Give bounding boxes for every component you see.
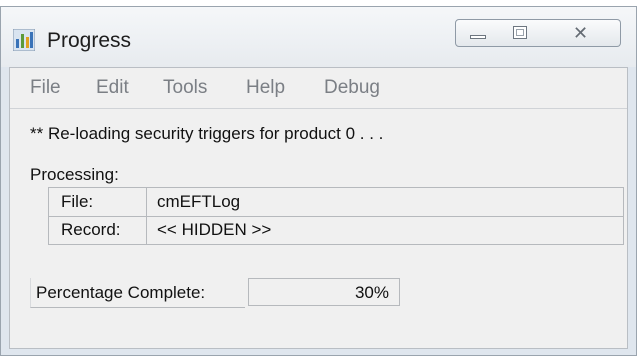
window-title: Progress — [47, 29, 132, 52]
close-button[interactable]: ✕ — [541, 19, 621, 47]
menu-bar: File Edit Tools Help Debug — [10, 68, 627, 109]
processing-grid: File: cmEFTLog Record: << HIDDEN >> — [48, 187, 624, 245]
file-value: cmEFTLog — [157, 192, 241, 211]
menu-edit[interactable]: Edit — [96, 77, 129, 99]
menu-help[interactable]: Help — [246, 77, 285, 99]
record-value: << HIDDEN >> — [157, 220, 272, 239]
percentage-label-box: Percentage Complete: — [30, 278, 245, 308]
title-bar[interactable]: Progress ✕ — [1, 7, 636, 67]
maximize-button[interactable] — [498, 19, 542, 47]
percentage-value: 30% — [354, 283, 389, 302]
minimize-button[interactable] — [455, 19, 499, 47]
menu-file[interactable]: File — [30, 77, 61, 99]
menu-tools[interactable]: Tools — [163, 77, 207, 99]
table-row: Record: << HIDDEN >> — [49, 216, 623, 244]
processing-label: Processing: — [30, 165, 119, 184]
file-label: File: — [49, 188, 147, 216]
close-icon: ✕ — [572, 23, 589, 43]
status-message: ** Re-loading security triggers for prod… — [30, 124, 384, 143]
client-area: File Edit Tools Help Debug ** Re-loading… — [9, 67, 628, 349]
table-row: File: cmEFTLog — [49, 188, 623, 217]
menu-debug[interactable]: Debug — [324, 77, 380, 99]
app-chart-icon — [13, 29, 35, 51]
progress-window: Progress ✕ File Edit Tools Help Debug **… — [0, 6, 637, 356]
maximize-icon — [513, 26, 527, 39]
record-label: Record: — [49, 216, 147, 244]
minimize-icon — [470, 35, 486, 39]
progress-fill — [249, 279, 294, 305]
percentage-field: 30% — [248, 278, 400, 306]
percentage-label: Percentage Complete: — [36, 283, 206, 302]
